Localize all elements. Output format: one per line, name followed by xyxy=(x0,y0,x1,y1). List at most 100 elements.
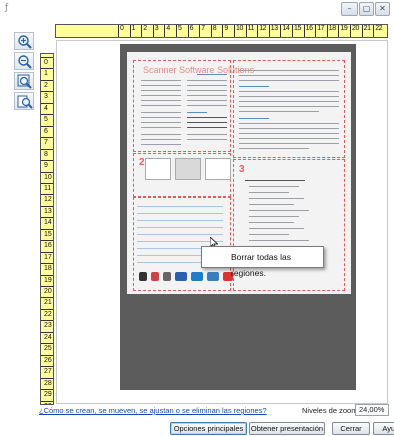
ruler-tick-label: 0 xyxy=(41,57,53,69)
ruler-tick-label: 12 xyxy=(41,194,53,206)
preview-thumbnail xyxy=(145,158,171,180)
ruler-tick-label: 0 xyxy=(118,25,129,37)
ruler-tick-label: 19 xyxy=(338,25,349,37)
region-number-2: 2 xyxy=(139,157,145,168)
text-line xyxy=(141,144,181,145)
ruler-tick-label: 20 xyxy=(350,25,361,37)
text-line xyxy=(239,128,339,129)
zoom-tool-panel xyxy=(4,24,38,112)
maximize-button[interactable]: ▢ xyxy=(359,2,374,16)
ruler-tick-label: 14 xyxy=(41,217,53,229)
table-row xyxy=(137,216,223,221)
brand-logo xyxy=(207,272,219,281)
ruler-tick-label: 1 xyxy=(129,25,141,37)
table-row xyxy=(137,202,223,207)
preview-thumbnail xyxy=(175,158,201,180)
ruler-tick-label: 5 xyxy=(176,25,187,37)
text-line xyxy=(141,100,181,101)
text-line xyxy=(187,134,227,135)
close-window-button[interactable]: ✕ xyxy=(375,2,390,16)
text-line xyxy=(187,95,227,96)
horizontal-ruler[interactable]: 0 1 2 3 4 5 6 7 8 9 10 11 12 13 14 15 16 17 18 19 20 21 22 xyxy=(55,24,388,38)
text-line xyxy=(141,105,181,106)
text-line xyxy=(187,90,227,91)
text-line xyxy=(239,70,339,71)
text-line xyxy=(239,138,339,139)
vertical-ruler[interactable]: 0 1 2 3 4 5 6 7 8 9 10 11 12 13 14 15 16 17 18 19 20 21 22 23 24… xyxy=(40,53,54,405)
ruler-tick-label: 9 xyxy=(41,160,53,172)
zoom-level-input[interactable]: 24,00% xyxy=(355,404,389,416)
text-line xyxy=(239,86,269,87)
zoom-out-icon xyxy=(18,55,32,69)
ruler-tick-label: 29 xyxy=(41,389,53,401)
regions-help-link[interactable]: ¿Cómo se crean, se mueven, se ajustan o … xyxy=(39,406,267,415)
brand-logo xyxy=(151,272,159,281)
zoom-in-icon xyxy=(18,35,32,49)
ruler-tick-label: 30 xyxy=(41,400,53,404)
brand-logo xyxy=(191,272,203,281)
app-icon: ƒ xyxy=(5,3,9,13)
close-button[interactable]: Cerrar xyxy=(332,422,370,435)
help-button[interactable]: Ayuda xyxy=(373,422,394,435)
text-line xyxy=(187,112,207,113)
ruler-tick-label: 1 xyxy=(41,68,53,80)
ruler-tick-label: 22 xyxy=(41,308,53,321)
ruler-tick-label: 6 xyxy=(187,25,199,37)
ruler-tick-label: 18 xyxy=(326,25,338,37)
minimize-button[interactable]: – xyxy=(341,2,358,16)
text-line xyxy=(239,80,339,81)
zoom-out-button[interactable] xyxy=(14,52,34,70)
ruler-tick-label: 25 xyxy=(41,343,53,355)
ruler-tick-label: 8 xyxy=(210,25,222,37)
main-options-button[interactable]: Opciones principales xyxy=(170,422,247,435)
ruler-tick-label: 9 xyxy=(222,25,233,37)
ruler-tick-label: 21 xyxy=(361,25,373,37)
ruler-tick-label: 11 xyxy=(245,25,257,37)
text-line xyxy=(249,234,289,235)
text-line xyxy=(187,117,227,118)
text-line xyxy=(239,111,319,112)
text-line xyxy=(187,80,227,81)
ruler-tick-label: 3 xyxy=(41,91,53,103)
preview-thumbnail xyxy=(205,158,231,180)
text-line xyxy=(187,122,227,123)
ruler-tick-label: 10 xyxy=(41,171,53,184)
text-line xyxy=(239,143,339,144)
text-line xyxy=(141,90,181,91)
text-line xyxy=(245,180,305,181)
text-line xyxy=(239,133,339,134)
region-number-3: 3 xyxy=(239,164,245,175)
zoom-level-label: Niveles de zoom: xyxy=(302,406,360,415)
ruler-tick-label: 21 xyxy=(41,297,53,309)
ruler-tick-label: 11 xyxy=(41,182,53,195)
brand-logo xyxy=(139,272,147,281)
text-line xyxy=(249,240,309,241)
text-line xyxy=(141,122,181,123)
ruler-tick-label: 3 xyxy=(152,25,164,37)
table-row xyxy=(137,223,223,228)
text-line xyxy=(141,85,181,86)
ruler-tick-label: 20 xyxy=(41,286,53,298)
ruler-tick-label: 13 xyxy=(41,205,53,218)
ruler-tick-label: 14 xyxy=(280,25,291,37)
text-line xyxy=(239,96,339,97)
get-preview-button[interactable]: Obtener presentación xyxy=(249,422,325,435)
ruler-tick-label: 4 xyxy=(41,102,53,115)
table-row xyxy=(137,230,223,235)
text-line xyxy=(249,222,294,223)
ruler-tick-label: 16 xyxy=(303,25,315,37)
ruler-tick-label: 23 xyxy=(41,320,53,332)
ruler-tick-label: 26 xyxy=(41,354,53,367)
zoom-fit-button[interactable] xyxy=(14,72,34,90)
minimize-icon: – xyxy=(347,4,352,13)
zoom-in-button[interactable] xyxy=(14,32,34,50)
text-line xyxy=(141,127,181,128)
zoom-actual-button[interactable] xyxy=(14,92,34,110)
text-line xyxy=(239,101,339,102)
brand-logo xyxy=(163,272,171,281)
text-line xyxy=(141,117,181,118)
text-line xyxy=(249,186,299,187)
clear-all-regions-menu-item[interactable]: Borrar todas las regiones. xyxy=(208,249,318,278)
text-line xyxy=(187,105,227,106)
text-line xyxy=(141,134,181,135)
